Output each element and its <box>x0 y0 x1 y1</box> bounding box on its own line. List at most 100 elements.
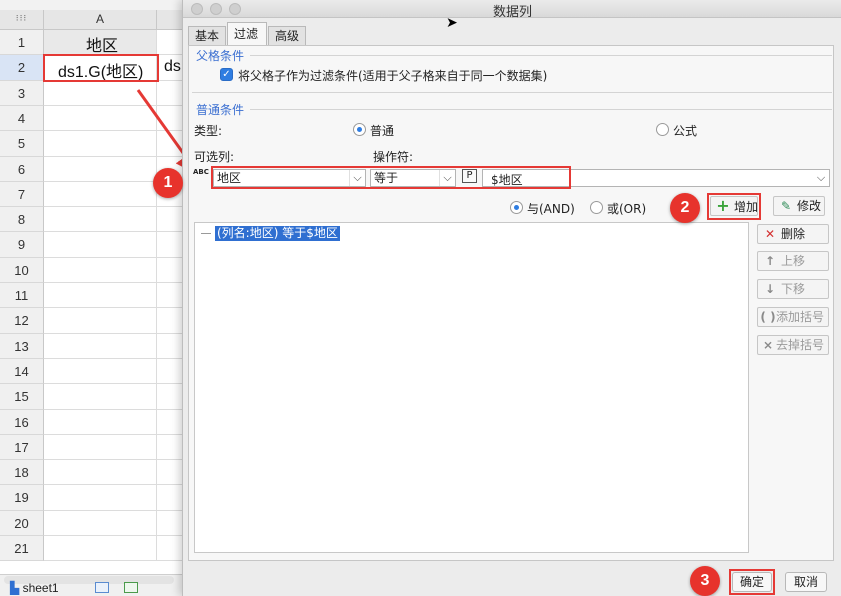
move-down-label: 下移 <box>781 282 806 296</box>
annotation-badge-1: 1 <box>153 168 183 198</box>
cell-a[interactable] <box>44 410 157 435</box>
parent-section-bottom <box>192 92 832 93</box>
add-dashboard-sheet-icon[interactable] <box>124 582 138 593</box>
add-bracket-label: 添加括号 <box>776 310 825 324</box>
add-bracket-button[interactable]: ( )添加括号 <box>757 307 829 327</box>
operator-label: 操作符: <box>373 150 414 164</box>
row-header[interactable]: 8 <box>0 207 44 232</box>
cell-a[interactable] <box>44 182 157 207</box>
row-header[interactable]: 7 <box>0 182 44 207</box>
row-header[interactable]: 2 <box>0 55 44 81</box>
row-header[interactable]: 17 <box>0 435 44 460</box>
row-header[interactable]: 9 <box>0 232 44 258</box>
sheet-icon: ▙ <box>10 581 23 595</box>
dialog-titlebar[interactable]: 数据列 <box>183 0 841 20</box>
row-header[interactable]: 18 <box>0 460 44 485</box>
add-button-label: 增加 <box>734 200 759 214</box>
cell-b2-text: ds <box>164 58 181 75</box>
cell-a[interactable] <box>44 207 157 232</box>
row-header[interactable]: 16 <box>0 410 44 435</box>
cell-a[interactable] <box>44 359 157 384</box>
delete-condition-button[interactable]: ✕ 删除 <box>757 224 829 244</box>
row-header[interactable]: 6 <box>0 157 44 182</box>
row-header[interactable]: 10 <box>0 258 44 283</box>
column-select-value: 地区 <box>217 171 242 185</box>
mouse-cursor-icon: ➤ <box>446 15 458 31</box>
tab-filter[interactable]: 过滤 <box>227 22 267 46</box>
cell-a[interactable] <box>44 232 157 258</box>
cell-a[interactable] <box>44 258 157 283</box>
column-select[interactable]: 地区 ⌵ <box>213 169 366 187</box>
plus-icon: + <box>716 196 730 215</box>
bracket-icon: ( ) <box>760 310 776 324</box>
columns-label: 可选列: <box>194 150 235 164</box>
type-normal-radio[interactable] <box>353 123 366 136</box>
cell-a2-text: ds1.G(地区) <box>58 64 144 81</box>
tab-basic[interactable]: 基本 <box>188 26 226 46</box>
row-header[interactable]: 4 <box>0 106 44 131</box>
row-header[interactable]: 11 <box>0 283 44 308</box>
parent-condition-checkbox[interactable]: ✓ <box>220 68 233 81</box>
row-header[interactable]: 13 <box>0 334 44 359</box>
row-header[interactable]: 12 <box>0 308 44 334</box>
chevron-down-icon: ⌵ <box>439 170 455 186</box>
cell-a[interactable] <box>44 308 157 334</box>
modify-button-label: 修改 <box>797 199 822 213</box>
condition-value-field[interactable]: $地区 ⌵ <box>482 169 830 187</box>
cell-a[interactable] <box>44 283 157 308</box>
modify-condition-button[interactable]: ✎ 修改 <box>773 196 825 216</box>
add-condition-button[interactable]: + 增加 <box>710 196 758 216</box>
row-header[interactable]: 5 <box>0 131 44 157</box>
cancel-button[interactable]: 取消 <box>785 572 827 592</box>
remove-bracket-label: 去掉括号 <box>776 338 825 352</box>
move-down-button[interactable]: ↓ 下移 <box>757 279 829 299</box>
abc-icon-text: ABC <box>193 168 209 176</box>
condition-item[interactable]: (列名:地区) 等于$地区 <box>215 226 340 241</box>
condition-value-text: $地区 <box>491 173 523 187</box>
delete-button-label: 删除 <box>781 227 806 241</box>
sheet-tab-label: sheet1 <box>22 581 59 595</box>
logic-or-label: 或(OR) <box>607 202 647 216</box>
type-label: 类型: <box>194 124 223 138</box>
sheet-tab-sheet1[interactable]: ▙ sheet1 <box>10 581 59 595</box>
tab-advanced[interactable]: 高级 <box>268 26 306 46</box>
edit-icon: ✎ <box>780 199 792 213</box>
delete-x-icon: ✕ <box>764 227 776 241</box>
chevron-down-icon: ⌵ <box>349 170 365 186</box>
remove-bracket-button[interactable]: ⨯ 去掉括号 <box>757 335 829 355</box>
select-all-corner[interactable]: ⁝⁝⁝ <box>0 10 44 30</box>
column-type-abc-icon: ABC <box>193 168 211 186</box>
cell-a[interactable] <box>44 435 157 460</box>
normal-section-divider <box>250 109 832 110</box>
row-header[interactable]: 20 <box>0 511 44 536</box>
chevron-down-icon[interactable]: ⌵ <box>813 170 829 186</box>
add-report-sheet-icon[interactable] <box>95 582 109 593</box>
condition-list[interactable]: (列名:地区) 等于$地区 <box>194 222 749 553</box>
type-normal-label: 普通 <box>370 124 395 138</box>
row-header[interactable]: 3 <box>0 81 44 106</box>
operator-select-value: 等于 <box>374 171 399 185</box>
row-header[interactable]: 15 <box>0 384 44 410</box>
column-header-a[interactable]: A <box>44 10 157 30</box>
row-header[interactable]: 1 <box>0 30 44 55</box>
row-header[interactable]: 19 <box>0 485 44 511</box>
cell-a[interactable] <box>44 334 157 359</box>
dialog-title: 数据列 <box>492 5 532 20</box>
operator-select[interactable]: 等于 ⌵ <box>370 169 456 187</box>
ok-button[interactable]: 确定 <box>732 572 772 592</box>
parameter-icon[interactable]: P <box>462 169 477 183</box>
logic-or-radio[interactable] <box>590 201 603 214</box>
cell-a1-text: 地区 <box>86 38 119 55</box>
cell-a[interactable] <box>44 485 157 511</box>
type-formula-radio[interactable] <box>656 123 669 136</box>
move-up-button[interactable]: ↑ 上移 <box>757 251 829 271</box>
cell-a[interactable] <box>44 536 157 561</box>
remove-bracket-icon: ⨯ <box>762 338 774 352</box>
row-header[interactable]: 14 <box>0 359 44 384</box>
parent-section-divider <box>250 55 832 56</box>
cell-a[interactable] <box>44 384 157 410</box>
cell-a[interactable] <box>44 460 157 485</box>
logic-and-radio[interactable] <box>510 201 523 214</box>
row-header[interactable]: 21 <box>0 536 44 561</box>
cell-a[interactable] <box>44 511 157 536</box>
